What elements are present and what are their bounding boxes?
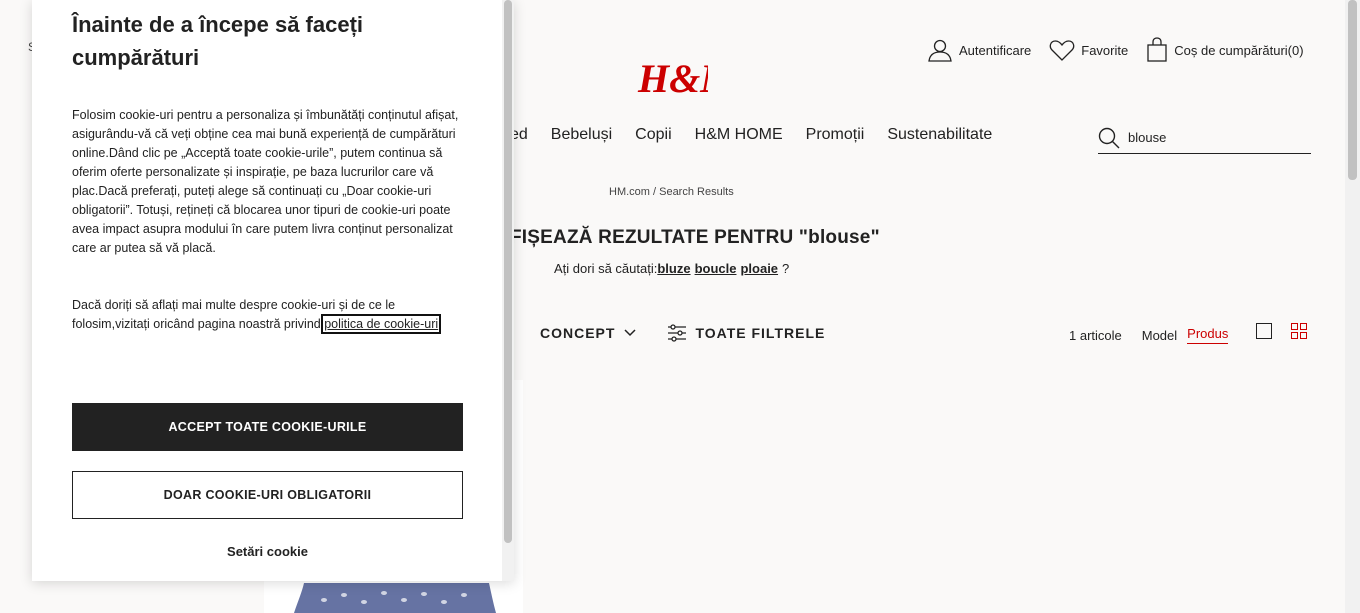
cart-label: Coș de cumpărături(0) (1174, 42, 1304, 58)
hm-logo-text: H&M (637, 56, 708, 100)
user-icon (928, 39, 952, 62)
main-nav: ed Bebeluși Copii H&M HOME Promoții Sust… (510, 126, 992, 144)
nav-item-promotii[interactable]: Promoții (806, 126, 865, 144)
single-column-grid-icon[interactable] (1256, 323, 1272, 339)
concept-filter-label: CONCEPT (540, 325, 616, 341)
suggest-prefix: Ați dori să căutați: (554, 261, 658, 276)
search-input[interactable] (1128, 130, 1298, 145)
cookie-modal-description: Folosim cookie-uri pentru a personaliza … (72, 108, 459, 255)
results-title: FIȘEAZĂ REZULTATE PENTRU "blouse" (510, 227, 880, 248)
all-filters-label: TOATE FILTRELE (695, 325, 826, 341)
required-cookies-only-button[interactable]: DOAR COOKIE-URI OBLIGATORII (72, 471, 463, 519)
nav-item-sustenabilitate[interactable]: Sustenabilitate (887, 126, 992, 144)
breadcrumb: HM.com / Search Results (609, 186, 734, 198)
cookie-settings-link[interactable]: Setări cookie (72, 544, 463, 559)
login-link[interactable]: Autentificare (927, 37, 1031, 63)
login-label: Autentificare (959, 42, 1032, 58)
heart-icon (1049, 40, 1075, 61)
cookie-modal-policy-text: Dacă doriți să aflați mai multe despre c… (72, 296, 467, 334)
chevron-down-icon (624, 329, 636, 337)
view-model-toggle[interactable]: Model (1142, 328, 1177, 343)
concept-filter[interactable]: CONCEPT (540, 325, 637, 341)
shopping-bag-icon (1147, 37, 1167, 62)
search-suggestions: Ați dori să căutați:bluze boucle ploaie? (554, 261, 789, 276)
four-column-grid-icon[interactable] (1291, 323, 1307, 339)
nav-item-hm-home[interactable]: H&M HOME (695, 126, 783, 144)
hm-logo[interactable]: H&M (636, 52, 737, 101)
nav-item-bebelusi[interactable]: Bebeluși (551, 126, 612, 144)
favorites-label: Favorite (1081, 42, 1129, 58)
filter-sliders-icon (668, 324, 687, 342)
modal-scrollbar[interactable] (502, 0, 514, 581)
suggestion-link[interactable]: ploaie (740, 261, 778, 276)
cookie-modal-title: Înainte de a începe să faceți cumpărătur… (72, 12, 364, 70)
page-scrollbar[interactable] (1345, 0, 1360, 613)
cart-link[interactable]: Coș de cumpărături(0) (1146, 37, 1304, 63)
nav-item-copii[interactable]: Copii (635, 126, 671, 144)
search-icon[interactable] (1098, 127, 1120, 149)
cookie-policy-link[interactable]: politica de cookie-uri (321, 314, 442, 334)
suggestion-link[interactable]: boucle (695, 261, 737, 276)
suggestion-link[interactable]: bluze (657, 261, 690, 276)
all-filters-button[interactable]: TOATE FILTRELE (667, 324, 825, 342)
search-bar (1098, 122, 1311, 154)
suggest-suffix: ? (782, 261, 790, 276)
accept-all-cookies-button[interactable]: ACCEPT TOATE COOKIE-URILE (72, 403, 463, 451)
cookie-consent-modal: Înainte de a începe să faceți cumpărătur… (32, 0, 514, 581)
favorites-link[interactable]: Favorite (1049, 38, 1128, 62)
result-count: 1 articole (1069, 327, 1122, 343)
view-product-toggle[interactable]: Produs (1187, 326, 1229, 344)
